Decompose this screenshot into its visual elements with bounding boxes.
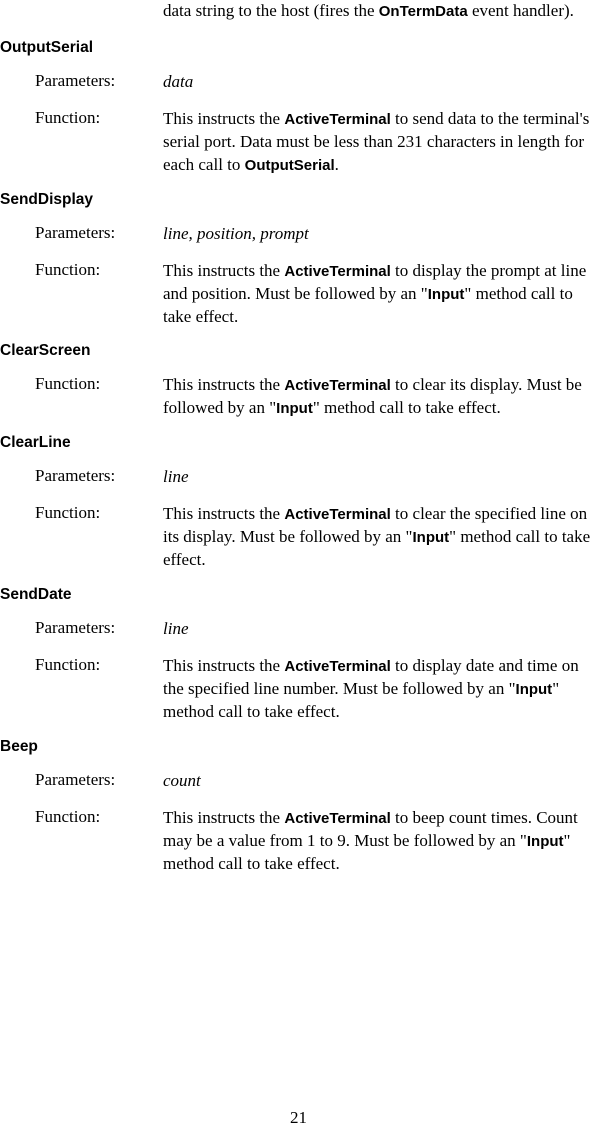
parameters-label: Parameters:: [0, 618, 163, 641]
function-label: Function:: [0, 374, 163, 420]
text-segment: This instructs the: [163, 375, 284, 394]
text-segment: This instructs the: [163, 656, 284, 675]
bold-activeterminal: ActiveTerminal: [284, 506, 390, 523]
clear-line-function-text: This instructs the ActiveTerminal to cle…: [163, 503, 595, 572]
bold-activeterminal: ActiveTerminal: [284, 810, 390, 827]
text-segment: This instructs the: [163, 504, 284, 523]
method-clear-screen-heading: ClearScreen: [0, 342, 595, 360]
function-label: Function:: [0, 108, 163, 177]
bold-outputserial: OutputSerial: [245, 157, 335, 174]
send-date-function-text: This instructs the ActiveTerminal to dis…: [163, 655, 595, 724]
method-beep-heading: Beep: [0, 738, 595, 756]
send-display-parameters-value: line, position, prompt: [163, 223, 595, 246]
send-display-parameters-row: Parameters: line, position, prompt: [0, 223, 595, 246]
text-segment: This instructs the: [163, 109, 284, 128]
send-date-parameters-row: Parameters: line: [0, 618, 595, 641]
bold-activeterminal: ActiveTerminal: [284, 263, 390, 280]
parameters-label: Parameters:: [0, 223, 163, 246]
bold-input: Input: [516, 681, 553, 698]
intro-text-post: event handler).: [468, 1, 574, 20]
function-label: Function:: [0, 655, 163, 724]
function-label: Function:: [0, 260, 163, 329]
page-number: 21: [0, 1108, 597, 1128]
bold-activeterminal: ActiveTerminal: [284, 111, 390, 128]
bold-input: Input: [276, 400, 313, 417]
beep-parameters-value: count: [163, 770, 595, 793]
method-send-date-heading: SendDate: [0, 586, 595, 604]
clear-screen-function-text: This instructs the ActiveTerminal to cle…: [163, 374, 595, 420]
send-display-function-row: Function: This instructs the ActiveTermi…: [0, 260, 595, 329]
text-segment: This instructs the: [163, 808, 284, 827]
send-date-function-row: Function: This instructs the ActiveTermi…: [0, 655, 595, 724]
bold-input: Input: [412, 529, 449, 546]
send-date-parameters-value: line: [163, 618, 595, 641]
clear-screen-function-row: Function: This instructs the ActiveTermi…: [0, 374, 595, 420]
parameters-label: Parameters:: [0, 770, 163, 793]
clear-line-parameters-value: line: [163, 466, 595, 489]
output-serial-function-text: This instructs the ActiveTerminal to sen…: [163, 108, 595, 177]
bold-activeterminal: ActiveTerminal: [284, 658, 390, 675]
clear-line-function-row: Function: This instructs the ActiveTermi…: [0, 503, 595, 572]
output-serial-parameters-row: Parameters: data: [0, 71, 595, 94]
function-label: Function:: [0, 807, 163, 876]
beep-parameters-row: Parameters: count: [0, 770, 595, 793]
beep-function-text: This instructs the ActiveTerminal to bee…: [163, 807, 595, 876]
bold-input: Input: [428, 286, 465, 303]
text-segment: " method call to take effect.: [313, 398, 501, 417]
clear-line-parameters-row: Parameters: line: [0, 466, 595, 489]
output-serial-function-row: Function: This instructs the ActiveTermi…: [0, 108, 595, 177]
bold-input: Input: [527, 833, 564, 850]
parameters-label: Parameters:: [0, 466, 163, 489]
send-display-function-text: This instructs the ActiveTerminal to dis…: [163, 260, 595, 329]
method-output-serial-heading: OutputSerial: [0, 39, 595, 57]
intro-text-pre: data string to the host (fires the: [163, 1, 379, 20]
method-send-display-heading: SendDisplay: [0, 191, 595, 209]
intro-bold-ontermdata: OnTermData: [379, 3, 468, 20]
function-label: Function:: [0, 503, 163, 572]
parameters-label: Parameters:: [0, 71, 163, 94]
document-body: data string to the host (fires the OnTer…: [0, 0, 597, 876]
text-segment: This instructs the: [163, 261, 284, 280]
method-clear-line-heading: ClearLine: [0, 434, 595, 452]
text-segment: .: [335, 155, 339, 174]
intro-fragment-text: data string to the host (fires the OnTer…: [163, 0, 595, 23]
output-serial-parameters-value: data: [163, 71, 595, 94]
bold-activeterminal: ActiveTerminal: [284, 377, 390, 394]
beep-function-row: Function: This instructs the ActiveTermi…: [0, 807, 595, 876]
